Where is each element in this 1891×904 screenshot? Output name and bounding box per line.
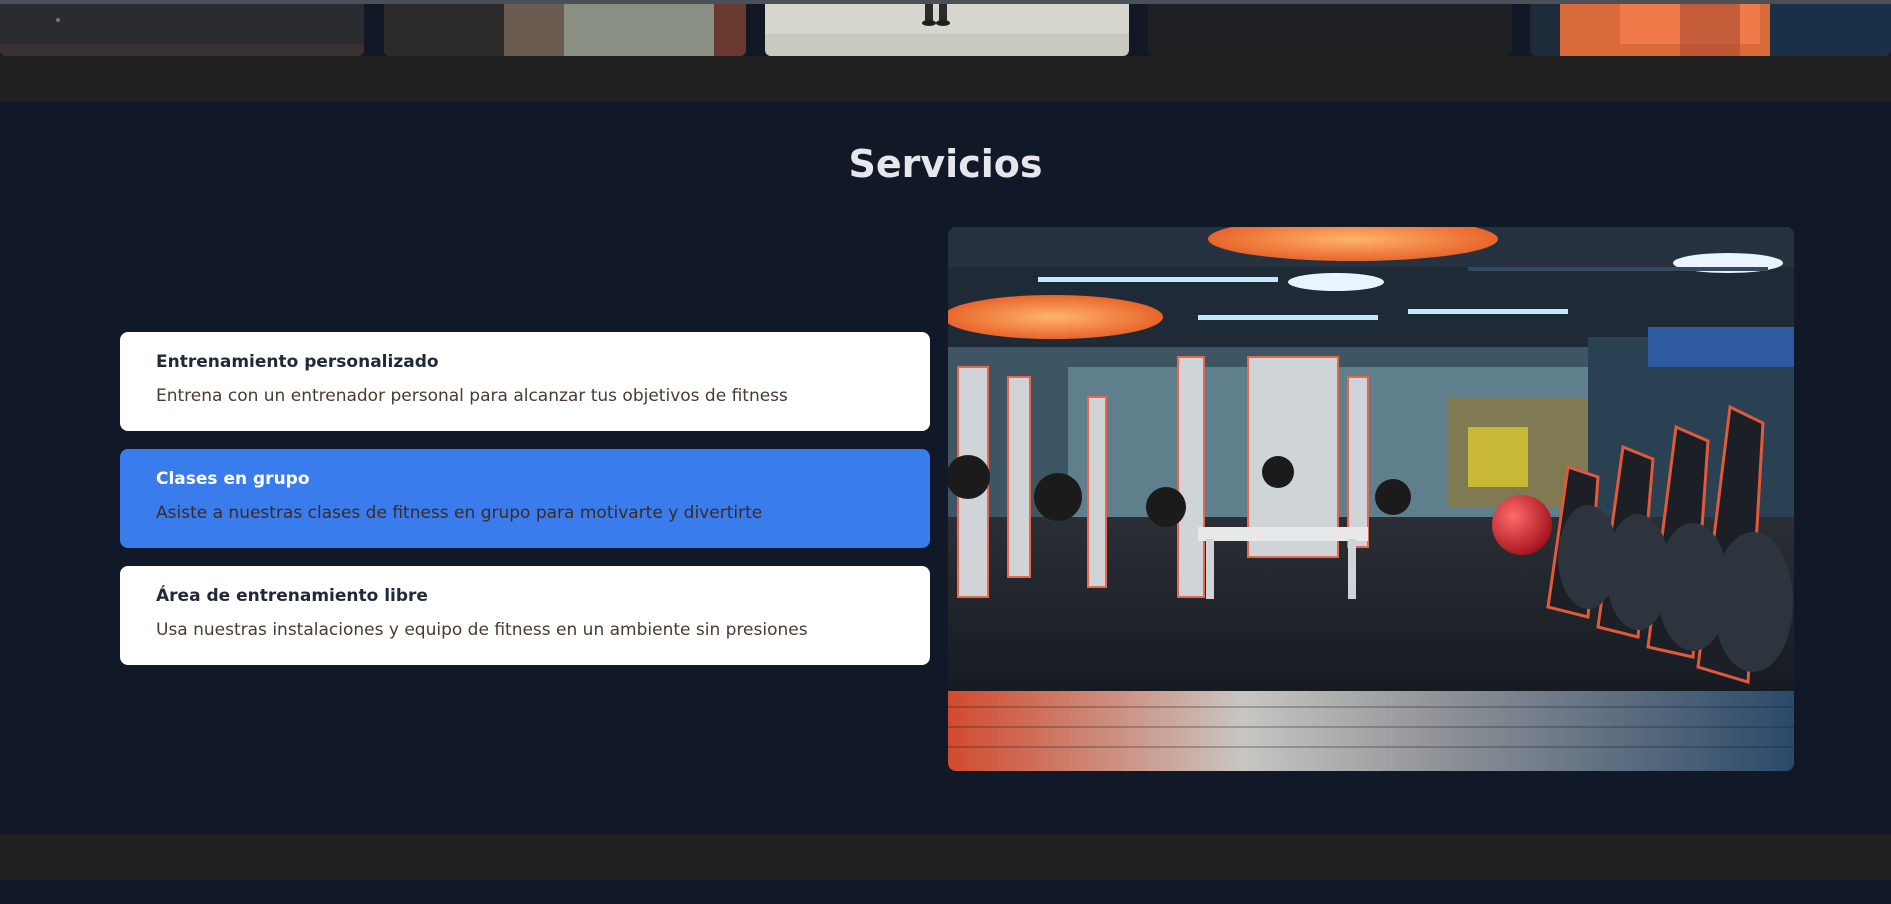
gallery-photo (0, 4, 364, 56)
service-card-title: Clases en grupo (156, 469, 310, 489)
gallery-image[interactable] (1148, 4, 1512, 56)
service-card-description: Usa nuestras instalaciones y equipo de f… (156, 620, 808, 640)
service-card-description: Entrena con un entrenador personal para … (156, 386, 788, 406)
gallery-photo (1530, 4, 1891, 56)
footer-edge (0, 880, 1891, 904)
gallery-image[interactable] (384, 4, 746, 56)
gallery-photo (765, 4, 1129, 56)
service-card-group-classes[interactable]: Clases en grupo Asiste a nuestras clases… (120, 449, 930, 548)
gallery-image[interactable] (0, 4, 364, 56)
section-divider (0, 56, 1891, 102)
gallery-photo (1148, 4, 1512, 56)
service-card-title: Área de entrenamiento libre (156, 586, 428, 606)
section-divider (0, 834, 1891, 880)
service-card-personal-training[interactable]: Entrenamiento personalizado Entrena con … (120, 332, 930, 431)
service-card-title: Entrenamiento personalizado (156, 352, 439, 372)
services-image (948, 227, 1794, 771)
gallery-strip (0, 4, 1891, 56)
gym-photo (948, 227, 1794, 771)
section-title: Servicios (848, 142, 1043, 186)
service-card-free-training[interactable]: Área de entrenamiento libre Usa nuestras… (120, 566, 930, 665)
service-card-description: Asiste a nuestras clases de fitness en g… (156, 503, 763, 523)
gallery-image[interactable] (1530, 4, 1891, 56)
gallery-image[interactable] (765, 4, 1129, 56)
gallery-photo (384, 4, 746, 56)
